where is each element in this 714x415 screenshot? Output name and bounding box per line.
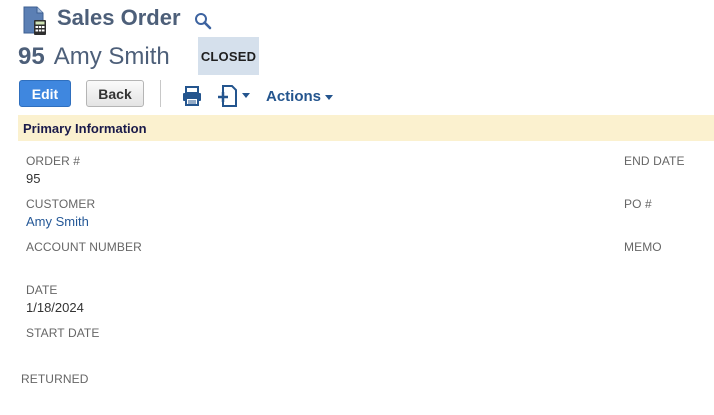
memo-label: MEMO: [624, 240, 662, 254]
calculator-document-icon: [23, 6, 46, 35]
primary-information-section[interactable]: Primary Information: [18, 115, 714, 141]
toolbar-divider: [160, 80, 161, 107]
start-date-label: START DATE: [26, 326, 100, 340]
record-number: 95: [18, 43, 45, 70]
status-badge: CLOSED: [198, 37, 259, 75]
section-title: Primary Information: [23, 120, 147, 136]
customer-link[interactable]: Amy Smith: [26, 214, 89, 229]
page-title: Sales Order: [57, 5, 181, 30]
returned-label: RETURNED: [21, 372, 89, 386]
search-icon[interactable]: [194, 12, 212, 30]
po-number-label: PO #: [624, 197, 652, 211]
chevron-down-icon: [325, 95, 334, 100]
back-button[interactable]: Back: [86, 80, 144, 107]
actions-menu[interactable]: Actions: [266, 88, 334, 105]
record-heading: 95 Amy Smith: [18, 41, 170, 73]
customer-label: CUSTOMER: [26, 197, 96, 211]
end-date-label: END DATE: [624, 154, 685, 168]
actions-label: Actions: [266, 88, 322, 105]
date-label: DATE: [26, 283, 58, 297]
order-number-value: 95: [26, 171, 41, 186]
record-name: Amy Smith: [53, 43, 170, 70]
printer-icon[interactable]: [181, 85, 203, 107]
new-document-icon[interactable]: [217, 84, 253, 108]
edit-button[interactable]: Edit: [19, 80, 71, 107]
account-number-label: ACCOUNT NUMBER: [26, 240, 142, 254]
date-value: 1/18/2024: [26, 300, 84, 315]
order-number-label: ORDER #: [26, 154, 81, 168]
